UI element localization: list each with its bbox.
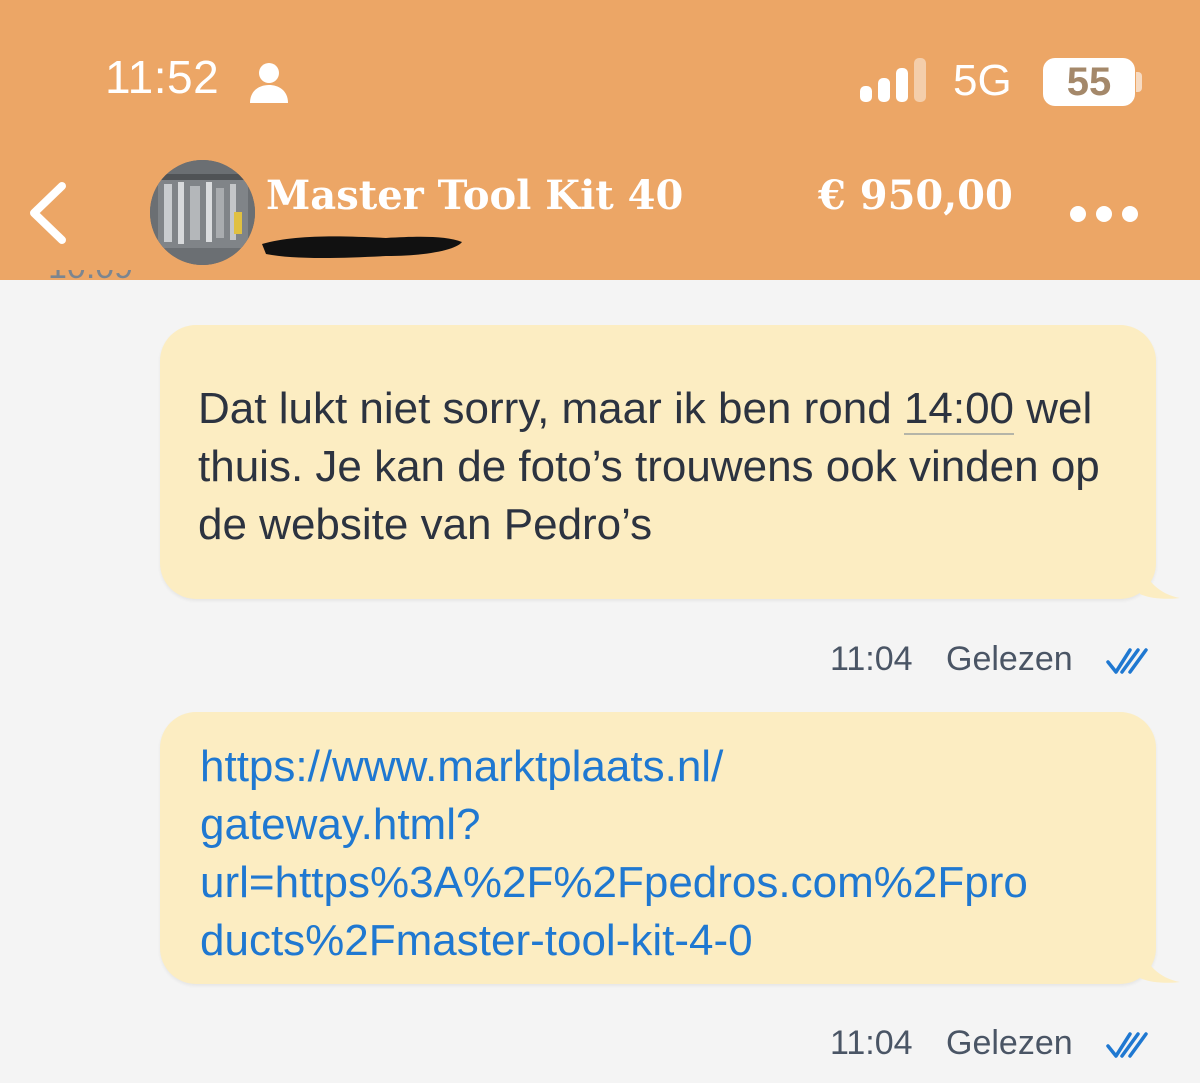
person-icon — [250, 63, 288, 103]
link-line[interactable]: url=https%3A%2F%2Fpedros.com%2Fpro — [200, 854, 1120, 912]
message-time: 11:04 — [830, 640, 913, 678]
listing-avatar[interactable] — [150, 160, 255, 265]
link-line[interactable]: gateway.html? — [200, 796, 1120, 854]
battery-indicator: 55 — [1043, 58, 1135, 106]
signal-bars-icon — [860, 58, 926, 102]
message-text-start: Dat lukt niet sorry, maar ik ben rond — [198, 384, 904, 433]
more-dots-icon[interactable] — [1066, 202, 1142, 226]
message-link[interactable]: https://www.marktplaats.nl/ gateway.html… — [200, 738, 1120, 970]
message-text: Dat lukt niet sorry, maar ik ben rond 14… — [198, 380, 1128, 554]
read-status: Gelezen — [946, 1024, 1073, 1062]
double-check-icon — [1106, 648, 1148, 674]
toolkit-thumbnail — [150, 160, 255, 265]
listing-title[interactable]: Master Tool Kit 40 — [266, 172, 683, 219]
message-time: 11:04 — [830, 1024, 913, 1062]
network-type: 5G — [953, 56, 1012, 105]
time-link[interactable]: 14:00 — [903, 384, 1015, 435]
top-bar: 11:52 5G 55 Master Tool Kit 40 € 950,00 — [0, 0, 1200, 280]
read-status: Gelezen — [946, 640, 1073, 678]
bubble-tail — [1140, 944, 1180, 983]
previous-timestamp: 10:09 — [48, 270, 133, 290]
link-line[interactable]: ducts%2Fmaster-tool-kit-4-0 — [200, 912, 1120, 970]
link-line[interactable]: https://www.marktplaats.nl/ — [200, 738, 1120, 796]
battery-tip — [1136, 72, 1142, 92]
chevron-left-icon[interactable] — [20, 180, 80, 246]
redaction-mark — [262, 236, 462, 258]
double-check-icon — [1106, 1032, 1148, 1058]
status-time: 11:52 — [105, 51, 220, 103]
bubble-tail — [1140, 560, 1180, 599]
listing-price: € 950,00 — [818, 172, 1013, 219]
